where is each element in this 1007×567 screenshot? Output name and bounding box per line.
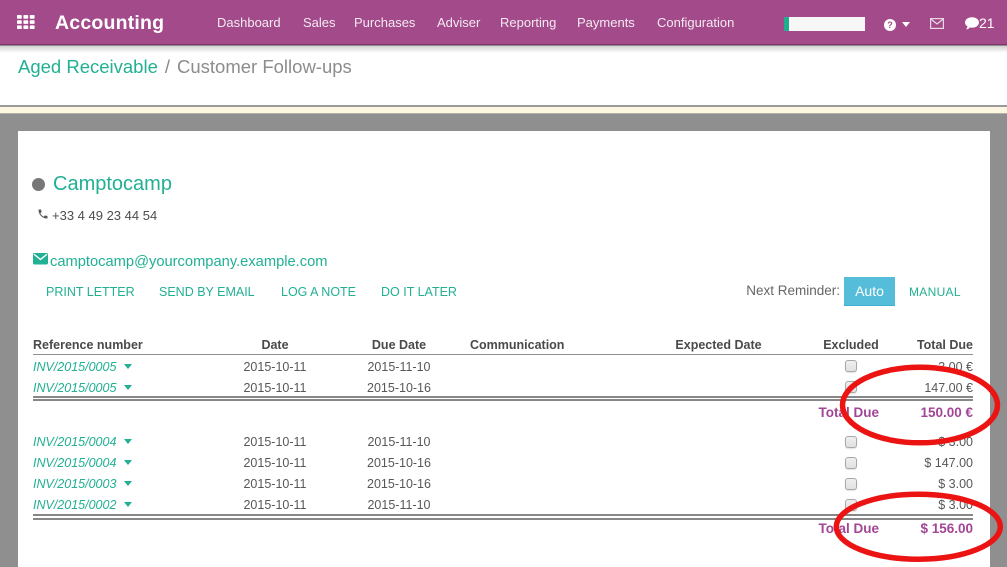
svg-text:?: ? <box>887 20 893 30</box>
